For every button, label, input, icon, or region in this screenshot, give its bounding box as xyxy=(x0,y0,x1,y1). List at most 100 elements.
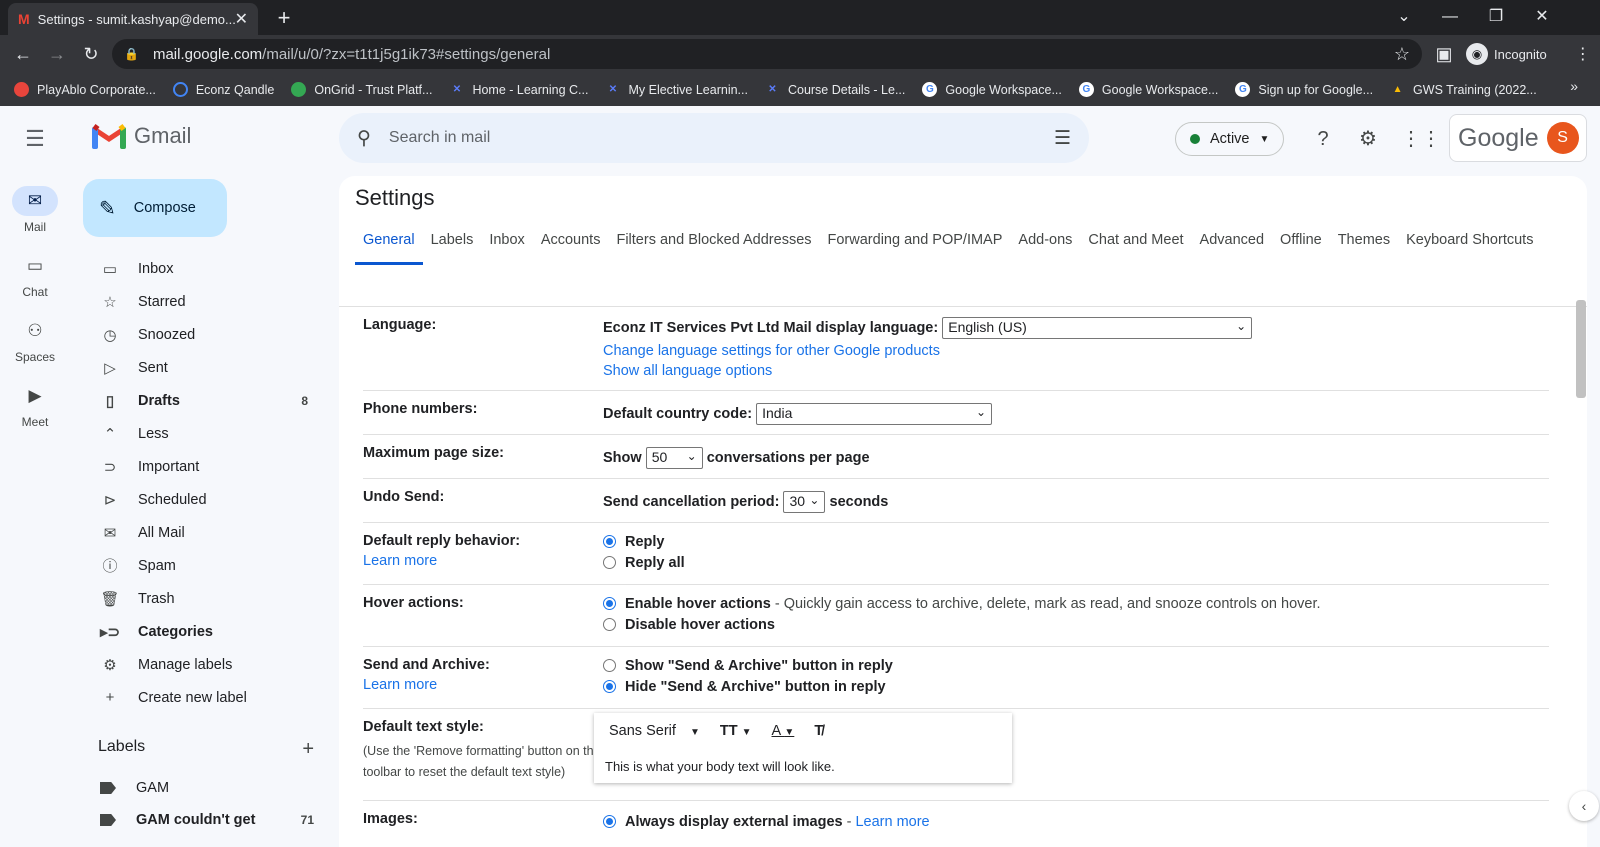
add-label-icon[interactable]: + xyxy=(302,738,314,761)
reload-icon[interactable]: ↻ xyxy=(76,39,106,69)
status-dropdown[interactable]: Active ▼ xyxy=(1175,122,1285,156)
nav-item-create-label[interactable]: + Create new label xyxy=(70,681,318,714)
font-select[interactable]: Sans Serif ▼ xyxy=(609,723,700,739)
nav-item-spam[interactable]: ⓘ Spam xyxy=(70,549,318,582)
text-color-icon[interactable]: A ▼ xyxy=(772,723,795,739)
bookmark-item[interactable]: Econz Qandle xyxy=(172,82,274,97)
bookmark-item[interactable]: OnGrid - Trust Platf... xyxy=(291,82,432,97)
bookmark-item[interactable]: ▲ GWS Training (2022... xyxy=(1390,82,1537,97)
nav-item-drafts[interactable]: ▯ Drafts 8 xyxy=(70,384,318,417)
tab-keyboard-shortcuts[interactable]: Keyboard Shortcuts xyxy=(1398,224,1541,265)
nav-item-scheduled[interactable]: ⊳ Scheduled xyxy=(70,483,318,516)
radio-unchecked[interactable] xyxy=(603,556,616,569)
gmail-logo[interactable]: Gmail xyxy=(92,123,191,149)
nav-item-snoozed[interactable]: ◷ Snoozed xyxy=(70,318,318,351)
font-size-icon[interactable]: TT ▼ xyxy=(720,723,752,739)
rail-item-mail[interactable]: ✉ Mail xyxy=(0,186,70,251)
nav-item-starred[interactable]: ☆ Starred xyxy=(70,285,318,318)
scrollbar-thumb[interactable] xyxy=(1576,300,1586,398)
learn-more-link[interactable]: Learn more xyxy=(855,814,929,830)
browser-tab[interactable]: M Settings - sumit.kashyap@demo... ✕ xyxy=(8,3,258,35)
tab-inbox[interactable]: Inbox xyxy=(481,224,532,265)
learn-more-link[interactable]: Learn more xyxy=(363,553,599,569)
nav-item-sent[interactable]: ▷ Sent xyxy=(70,351,318,384)
bookmark-item[interactable]: G Google Workspace... xyxy=(1078,82,1218,97)
forward-icon[interactable]: → xyxy=(42,39,72,69)
tab-addons[interactable]: Add-ons xyxy=(1010,224,1080,265)
language-select[interactable]: English (US) ⌄ xyxy=(942,317,1253,339)
bookmark-star-icon[interactable]: ☆ xyxy=(1394,44,1410,65)
bookmark-item[interactable]: PlayAblo Corporate... xyxy=(14,82,156,97)
hide-send-archive-radio[interactable]: Hide "Send & Archive" button in reply xyxy=(603,676,1549,697)
close-window-icon[interactable]: ✕ xyxy=(1519,0,1565,35)
bookmark-item[interactable]: G Sign up for Google... xyxy=(1235,82,1373,97)
label-item[interactable]: GAM xyxy=(100,780,314,796)
show-send-archive-radio[interactable]: Show "Send & Archive" button in reply xyxy=(603,655,1549,676)
back-icon[interactable]: ← xyxy=(8,39,38,69)
nav-item-important[interactable]: ⊃ Important xyxy=(70,450,318,483)
radio-checked[interactable] xyxy=(603,815,616,828)
side-panel-toggle-icon[interactable]: ‹ xyxy=(1569,791,1599,821)
label-item[interactable]: GAM couldn't get 71 xyxy=(100,812,314,828)
bookmark-item[interactable]: G Google Workspace... xyxy=(922,82,1062,97)
radio-checked[interactable] xyxy=(603,680,616,693)
page-size-select[interactable]: 50 ⌄ xyxy=(645,447,703,469)
tab-labels[interactable]: Labels xyxy=(423,224,482,265)
radio-unchecked[interactable] xyxy=(603,618,616,631)
search-input[interactable]: Search in mail xyxy=(389,129,1054,147)
tab-search-icon[interactable]: ⌄ xyxy=(1381,0,1427,35)
bookmark-item[interactable]: ✕ Course Details - Le... xyxy=(765,82,905,97)
incognito-indicator[interactable]: ◉ Incognito ⋮ xyxy=(1466,41,1591,67)
avatar[interactable]: S xyxy=(1546,122,1579,154)
tab-advanced[interactable]: Advanced xyxy=(1192,224,1273,265)
nav-item-manage-labels[interactable]: ⚙ Manage labels xyxy=(70,648,318,681)
search-bar[interactable]: ⚲ Search in mail ☰ xyxy=(339,113,1089,163)
help-icon[interactable]: ? xyxy=(1310,126,1336,152)
restore-icon[interactable]: ❐ xyxy=(1473,0,1519,35)
search-icon[interactable]: ⚲ xyxy=(357,127,371,150)
reply-radio[interactable]: Reply xyxy=(603,531,1549,552)
close-tab-icon[interactable]: ✕ xyxy=(235,9,248,29)
minimize-icon[interactable]: — xyxy=(1427,0,1473,35)
reply-all-radio[interactable]: Reply all xyxy=(603,552,1549,573)
rail-item-chat[interactable]: ▭ Chat xyxy=(0,251,70,316)
bookmarks-overflow-icon[interactable]: » xyxy=(1570,78,1578,94)
remove-formatting-icon[interactable]: T̸ xyxy=(814,723,823,739)
nav-item-inbox[interactable]: ▭ Inbox xyxy=(70,252,318,285)
text-style-editor[interactable]: Sans Serif ▼ TT ▼ A ▼ T̸ This is what yo… xyxy=(594,713,1012,783)
tab-accounts[interactable]: Accounts xyxy=(533,224,609,265)
country-code-select[interactable]: India ⌄ xyxy=(756,403,993,425)
rail-item-spaces[interactable]: ⚇ Spaces xyxy=(0,316,70,381)
main-menu-icon[interactable]: ☰ xyxy=(22,126,48,152)
change-language-link[interactable]: Change language settings for other Googl… xyxy=(603,343,1549,359)
tab-offline[interactable]: Offline xyxy=(1272,224,1330,265)
account-switcher[interactable]: Google S xyxy=(1449,114,1587,162)
disable-hover-radio[interactable]: Disable hover actions xyxy=(603,614,1549,635)
tab-forwarding[interactable]: Forwarding and POP/IMAP xyxy=(820,224,1011,265)
always-display-images-radio[interactable]: Always display external images - Learn mor… xyxy=(603,811,1549,832)
search-options-icon[interactable]: ☰ xyxy=(1054,127,1071,150)
compose-button[interactable]: ✎ Compose xyxy=(83,179,227,237)
show-language-options-link[interactable]: Show all language options xyxy=(603,363,1549,379)
tab-themes[interactable]: Themes xyxy=(1330,224,1398,265)
radio-checked[interactable] xyxy=(603,597,616,610)
tab-chat-meet[interactable]: Chat and Meet xyxy=(1080,224,1191,265)
nav-item-all-mail[interactable]: ✉ All Mail xyxy=(70,516,318,549)
side-panel-icon[interactable]: ▣ xyxy=(1429,39,1459,69)
tab-filters[interactable]: Filters and Blocked Addresses xyxy=(608,224,819,265)
settings-gear-icon[interactable]: ⚙ xyxy=(1355,126,1381,152)
bookmark-item[interactable]: ✕ My Elective Learnin... xyxy=(605,82,748,97)
apps-grid-icon[interactable]: ⋮⋮⋮ xyxy=(1401,126,1461,152)
rail-item-meet[interactable]: ▶ Meet xyxy=(0,381,70,446)
cancellation-period-select[interactable]: 30 ⌄ xyxy=(783,491,826,513)
nav-item-trash[interactable]: 🗑 Trash xyxy=(70,582,318,615)
address-bar[interactable]: 🔒 mail.google.com /mail/u/0/?zx=t1t1j5g1… xyxy=(112,39,1422,69)
new-tab-button[interactable]: + xyxy=(270,4,298,32)
browser-menu-icon[interactable]: ⋮ xyxy=(1575,44,1591,64)
radio-unchecked[interactable] xyxy=(603,659,616,672)
enable-hover-radio[interactable]: Enable hover actions - Quickly gain acces… xyxy=(603,593,1549,614)
nav-item-less[interactable]: ⌃ Less xyxy=(70,417,318,450)
nav-item-categories[interactable]: ▸⊃ Categories xyxy=(70,615,318,648)
radio-checked[interactable] xyxy=(603,535,616,548)
learn-more-link[interactable]: Learn more xyxy=(363,677,599,693)
